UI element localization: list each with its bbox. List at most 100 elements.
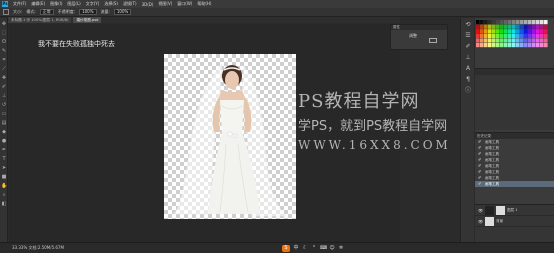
stamp-tool-icon[interactable]: ⊥ bbox=[1, 93, 7, 99]
menu-edit[interactable]: 编辑(E) bbox=[31, 1, 45, 7]
blur-tool-icon[interactable]: ◆ bbox=[1, 129, 7, 135]
keyboard-icon[interactable]: ⌨ bbox=[320, 245, 327, 251]
color-swatch[interactable] bbox=[512, 29, 516, 34]
color-swatch[interactable] bbox=[532, 43, 536, 48]
color-swatch[interactable] bbox=[496, 38, 500, 43]
mode-select[interactable]: 正常 bbox=[39, 9, 54, 15]
color-swatch[interactable] bbox=[492, 20, 496, 25]
color-swatch[interactable] bbox=[504, 24, 508, 29]
color-swatch[interactable] bbox=[488, 29, 492, 34]
color-swatch[interactable] bbox=[504, 33, 508, 38]
color-swatch[interactable] bbox=[496, 24, 500, 29]
color-swatch[interactable] bbox=[508, 43, 512, 48]
color-swatch[interactable] bbox=[520, 38, 524, 43]
color-swatch[interactable] bbox=[492, 29, 496, 34]
pen-tool-icon[interactable]: ✒ bbox=[1, 147, 7, 153]
layer-row[interactable]: 👁 背景 bbox=[475, 216, 554, 227]
color-swatch[interactable] bbox=[484, 33, 488, 38]
color-swatch[interactable] bbox=[544, 20, 548, 25]
color-swatch[interactable] bbox=[496, 29, 500, 34]
color-swatch[interactable] bbox=[528, 24, 532, 29]
menu-view[interactable]: 视图(V) bbox=[158, 1, 172, 7]
menu-file[interactable]: 文件(F) bbox=[13, 1, 26, 7]
visibility-eye-icon[interactable]: 👁 bbox=[478, 208, 483, 213]
history-item-selected[interactable]: ✐ 画笔工具 bbox=[475, 181, 554, 187]
color-swatch[interactable] bbox=[508, 29, 512, 34]
menu-select[interactable]: 选择(S) bbox=[104, 1, 118, 7]
color-swatch[interactable] bbox=[500, 29, 504, 34]
type-tool-icon[interactable]: T bbox=[1, 156, 7, 162]
color-swatch[interactable] bbox=[536, 43, 540, 48]
flow-field[interactable]: 100% bbox=[113, 9, 132, 15]
color-swatch[interactable] bbox=[512, 38, 516, 43]
brush-preset-icon[interactable] bbox=[3, 9, 9, 15]
color-swatch[interactable] bbox=[492, 33, 496, 38]
menu-3d[interactable]: 3D(D) bbox=[142, 2, 154, 7]
user-icon[interactable]: ☺ bbox=[329, 245, 335, 251]
menu-image[interactable]: 图像(I) bbox=[50, 1, 62, 7]
tab-untitled[interactable]: 未标题-1 @ 100%(图层 1, RGB/8) bbox=[8, 17, 72, 23]
color-swatch[interactable] bbox=[544, 33, 548, 38]
color-swatch[interactable] bbox=[500, 38, 504, 43]
color-swatch[interactable] bbox=[516, 29, 520, 34]
color-swatch[interactable] bbox=[488, 33, 492, 38]
layer-mask-thumbnail[interactable] bbox=[496, 205, 506, 215]
color-swatch[interactable] bbox=[516, 20, 520, 25]
color-swatch[interactable] bbox=[508, 33, 512, 38]
color-swatch[interactable] bbox=[496, 20, 500, 25]
color-swatch[interactable] bbox=[508, 24, 512, 29]
character-panel-icon[interactable]: A bbox=[464, 65, 472, 72]
color-swatch[interactable] bbox=[492, 38, 496, 43]
eraser-tool-icon[interactable]: ▭ bbox=[1, 111, 7, 117]
color-swatch[interactable] bbox=[532, 29, 536, 34]
brush-tool-icon[interactable]: ✐ bbox=[1, 84, 7, 90]
color-swatch[interactable] bbox=[516, 24, 520, 29]
marquee-tool-icon[interactable]: ⬚ bbox=[1, 30, 7, 36]
chinese-mode-icon[interactable]: 中 bbox=[293, 245, 299, 251]
color-swatch[interactable] bbox=[524, 43, 528, 48]
color-swatch[interactable] bbox=[480, 38, 484, 43]
color-swatch[interactable] bbox=[532, 24, 536, 29]
color-swatch[interactable] bbox=[508, 20, 512, 25]
color-swatch[interactable] bbox=[536, 33, 540, 38]
paragraph-panel-icon[interactable]: ¶ bbox=[464, 76, 472, 83]
color-swatch[interactable] bbox=[512, 43, 516, 48]
color-swatch[interactable] bbox=[536, 29, 540, 34]
color-swatch[interactable] bbox=[496, 43, 500, 48]
color-swatch[interactable] bbox=[480, 24, 484, 29]
eyedropper-tool-icon[interactable]: ⟋ bbox=[1, 66, 7, 72]
foreground-background-icon[interactable]: ◧ bbox=[1, 201, 7, 207]
color-swatch[interactable] bbox=[540, 24, 544, 29]
color-swatch[interactable] bbox=[476, 24, 480, 29]
color-swatch[interactable] bbox=[484, 38, 488, 43]
color-swatch[interactable] bbox=[512, 20, 516, 25]
color-swatch[interactable] bbox=[484, 20, 488, 25]
color-swatch[interactable] bbox=[540, 38, 544, 43]
input-method-logo-icon[interactable]: S bbox=[282, 244, 290, 252]
color-swatch[interactable] bbox=[544, 43, 548, 48]
color-swatch[interactable] bbox=[516, 33, 520, 38]
color-swatch[interactable] bbox=[504, 38, 508, 43]
zoom-tool-icon[interactable]: ⌕ bbox=[1, 192, 7, 198]
color-swatch[interactable] bbox=[544, 24, 548, 29]
color-swatch[interactable] bbox=[500, 24, 504, 29]
color-swatch[interactable] bbox=[476, 43, 480, 48]
healing-tool-icon[interactable]: ✚ bbox=[1, 75, 7, 81]
color-swatch[interactable] bbox=[544, 38, 548, 43]
color-swatch[interactable] bbox=[488, 38, 492, 43]
color-swatch[interactable] bbox=[504, 29, 508, 34]
quick-select-tool-icon[interactable]: ✎ bbox=[1, 48, 7, 54]
color-swatch[interactable] bbox=[504, 43, 508, 48]
layer-row[interactable]: 👁 图层 1 bbox=[475, 205, 554, 216]
color-swatch[interactable] bbox=[524, 29, 528, 34]
color-swatch[interactable] bbox=[480, 20, 484, 25]
swatches-grid[interactable] bbox=[476, 20, 548, 50]
color-swatch[interactable] bbox=[488, 24, 492, 29]
color-swatch[interactable] bbox=[476, 29, 480, 34]
color-swatch[interactable] bbox=[524, 33, 528, 38]
menu-layer[interactable]: 图层(L) bbox=[67, 1, 80, 7]
color-swatch[interactable] bbox=[484, 24, 488, 29]
color-swatch[interactable] bbox=[488, 43, 492, 48]
dodge-tool-icon[interactable]: ● bbox=[1, 138, 7, 144]
color-swatch[interactable] bbox=[528, 20, 532, 25]
